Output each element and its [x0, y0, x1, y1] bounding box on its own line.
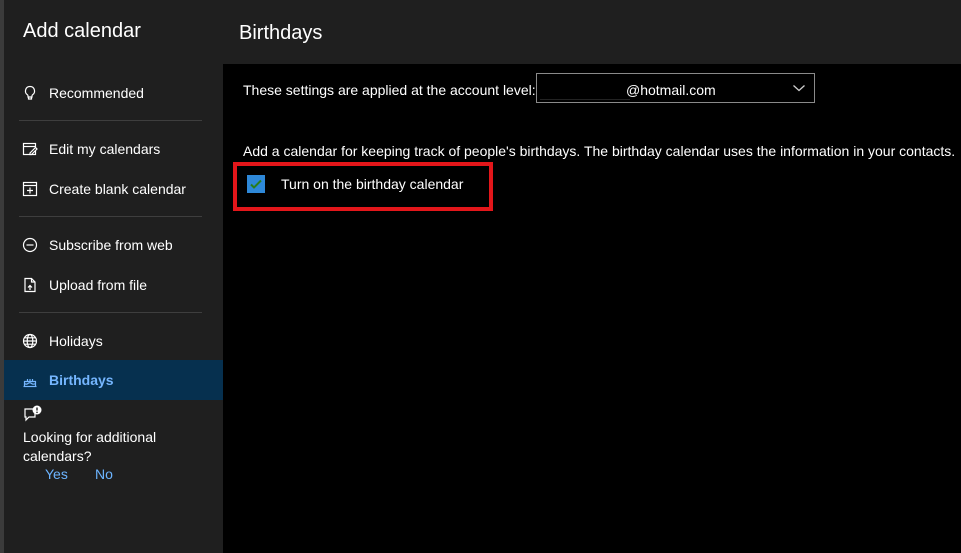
globe-icon: [22, 333, 38, 349]
feedback-question: Looking for additional calendars?: [23, 429, 157, 464]
checkmark-icon: [250, 179, 262, 189]
sidebar-item-recommended[interactable]: Recommended: [4, 73, 223, 113]
sidebar-divider: [19, 216, 202, 217]
sidebar-item-create-blank-calendar[interactable]: Create blank calendar: [4, 169, 223, 209]
sidebar-divider: [19, 120, 202, 121]
sidebar-item-edit-my-calendars[interactable]: Edit my calendars: [4, 129, 223, 169]
sidebar-item-label: Edit my calendars: [49, 141, 161, 157]
birthday-cake-icon: [23, 379, 37, 388]
sidebar-title: Add calendar: [23, 20, 141, 42]
birthday-description: Add a calendar for keeping track of peop…: [243, 143, 956, 159]
feedback-icon: [24, 405, 42, 422]
sidebar-item-label: Subscribe from web: [49, 237, 173, 253]
lightbulb-icon: [24, 85, 36, 100]
edit-calendar-icon: [22, 142, 38, 156]
sidebar-item-holidays[interactable]: Holidays: [4, 321, 223, 361]
web-subscribe-icon: [22, 237, 38, 253]
sidebar-item-label: Recommended: [49, 85, 144, 101]
sidebar-divider: [19, 312, 202, 313]
sidebar: Add calendar Recommended Edit my calenda…: [4, 0, 223, 553]
main-header: Birthdays: [223, 0, 961, 64]
redacted-email-prefix: [540, 79, 630, 100]
sidebar-item-upload-from-file[interactable]: Upload from file: [4, 265, 223, 305]
account-dropdown[interactable]: @hotmail.com: [536, 73, 815, 103]
sidebar-item-subscribe-from-web[interactable]: Subscribe from web: [4, 225, 223, 265]
birthday-calendar-checkbox[interactable]: [247, 175, 265, 193]
file-upload-icon: [24, 277, 36, 293]
sidebar-item-label: Holidays: [49, 333, 103, 349]
account-level-label: These settings are applied at the accoun…: [243, 82, 536, 98]
sidebar-item-label: Birthdays: [49, 372, 114, 388]
account-dropdown-value: @hotmail.com: [626, 82, 716, 98]
add-calendar-icon: [22, 181, 38, 197]
sidebar-item-label: Upload from file: [49, 277, 148, 293]
feedback-no-link[interactable]: No: [95, 466, 113, 482]
sidebar-item-label: Create blank calendar: [49, 181, 186, 197]
feedback-yes-link[interactable]: Yes: [45, 466, 68, 482]
sidebar-item-birthdays[interactable]: Birthdays: [4, 360, 223, 400]
chevron-down-icon: [793, 85, 805, 92]
birthday-calendar-checkbox-label[interactable]: Turn on the birthday calendar: [281, 176, 463, 192]
page-title: Birthdays: [239, 22, 323, 44]
